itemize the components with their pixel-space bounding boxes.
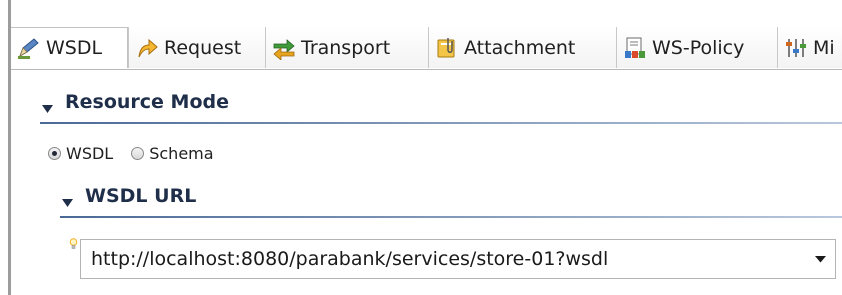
radio-wsdl[interactable]: WSDL — [48, 144, 113, 163]
request-arrow-icon — [135, 36, 159, 60]
tab-label: Mi — [813, 36, 835, 59]
tab-label: Attachment — [464, 36, 576, 59]
resource-mode-section-header[interactable]: Resource Mode — [42, 91, 229, 113]
radio-selected-icon — [48, 147, 61, 160]
attachment-clip-icon — [435, 36, 459, 60]
dropdown-arrow-icon[interactable] — [805, 240, 835, 278]
tab-label: WS-Policy — [652, 36, 745, 59]
wsdl-url-section-header[interactable]: WSDL URL — [62, 185, 196, 207]
wsdl-url-input[interactable] — [81, 241, 805, 277]
wsdl-url-combo[interactable] — [80, 239, 836, 279]
tab-wsdl[interactable]: WSDL — [11, 27, 128, 68]
transport-arrows-icon — [272, 36, 296, 60]
radio-unselected-icon — [131, 147, 145, 160]
resource-mode-radio-group: WSDL Schema — [48, 144, 232, 163]
misc-sliders-icon — [784, 36, 808, 60]
tab-transport[interactable]: Transport — [265, 27, 428, 68]
radio-schema[interactable]: Schema — [131, 144, 214, 163]
tab-label: Request — [164, 36, 242, 59]
tab-strip: WSDL Request Transport Attachment WS-Pol… — [11, 27, 842, 70]
tab-misc[interactable]: Mi — [777, 27, 842, 68]
resource-mode-divider — [40, 122, 842, 124]
wsdl-url-divider — [60, 216, 842, 218]
radio-wsdl-label: WSDL — [66, 144, 114, 163]
wsdl-url-title: WSDL URL — [85, 185, 197, 207]
tab-label: WSDL — [46, 37, 103, 59]
collapse-triangle-icon — [62, 191, 73, 207]
radio-schema-label: Schema — [149, 144, 214, 163]
content-assist-lightbulb-icon — [69, 235, 78, 249]
collapse-triangle-icon — [42, 97, 53, 113]
tab-ws-policy[interactable]: WS-Policy — [616, 27, 777, 68]
wsdl-edit-icon — [17, 36, 41, 60]
resource-mode-title: Resource Mode — [65, 91, 229, 113]
tab-attachment[interactable]: Attachment — [428, 27, 616, 68]
tab-label: Transport — [301, 36, 391, 59]
tab-request[interactable]: Request — [128, 27, 265, 68]
ws-policy-icon — [623, 36, 647, 60]
